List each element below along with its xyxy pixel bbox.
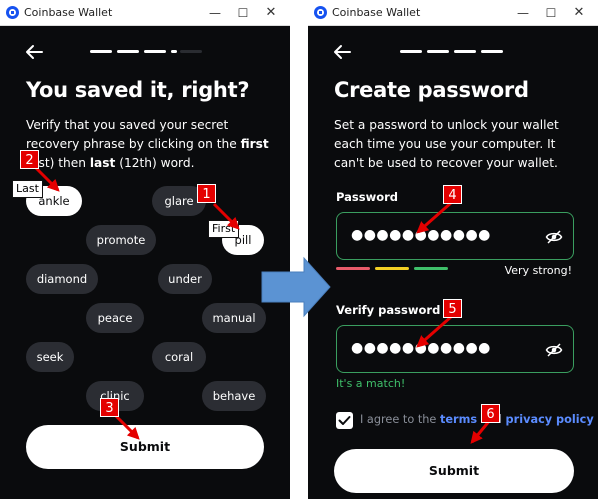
recovery-verify-window: Coinbase Wallet — ☐ ✕ You saved it, righ… <box>0 0 290 499</box>
window-titlebar: Coinbase Wallet — ☐ ✕ <box>0 0 290 26</box>
word-chip[interactable]: manual <box>202 303 266 333</box>
coinbase-logo-icon <box>314 6 327 19</box>
verify-password-field[interactable]: ●●●●●●●●●●● <box>336 325 574 373</box>
create-password-window: Coinbase Wallet — ☐ ✕ Create password Se… <box>308 0 598 499</box>
back-arrow-icon[interactable] <box>22 40 46 64</box>
eye-slash-icon[interactable] <box>545 228 563 246</box>
step-marker-1: 1 <box>197 184 216 203</box>
maximize-button[interactable]: ☐ <box>540 3 562 23</box>
progress-segment <box>454 50 476 53</box>
eye-slash-icon[interactable] <box>545 341 563 359</box>
step-marker-3: 3 <box>100 398 119 417</box>
last-word-tag: Last <box>12 180 43 198</box>
window-title: Coinbase Wallet <box>332 6 421 19</box>
password-field[interactable]: ●●●●●●●●●●● <box>336 212 574 260</box>
password-match-text: It's a match! <box>336 377 406 390</box>
strength-segment <box>375 267 409 270</box>
agree-text: I agree to the terms and privacy policy <box>360 413 594 426</box>
word-chip[interactable]: coral <box>152 342 206 372</box>
strength-segment <box>414 267 448 270</box>
instruction-text: Set a password to unlock your wallet eac… <box>334 118 559 170</box>
word-chip[interactable]: diamond <box>26 264 98 294</box>
progress-segment <box>427 50 449 53</box>
submit-button[interactable]: Submit <box>26 425 264 469</box>
verify-password-value: ●●●●●●●●●●● <box>351 340 491 356</box>
page-title: Create password <box>334 78 529 102</box>
window-title: Coinbase Wallet <box>24 6 113 19</box>
window-titlebar: Coinbase Wallet — ☐ ✕ <box>308 0 598 26</box>
maximize-button[interactable]: ☐ <box>232 3 254 23</box>
word-chip[interactable]: seek <box>26 342 74 372</box>
coinbase-logo-icon <box>6 6 19 19</box>
agree-checkbox[interactable] <box>336 412 353 429</box>
minimize-button[interactable]: — <box>512 3 534 23</box>
word-chip[interactable]: peace <box>86 303 144 333</box>
progress-segment <box>171 50 177 53</box>
close-button[interactable]: ✕ <box>260 3 282 23</box>
progress-segment <box>144 50 166 53</box>
progress-segment <box>90 50 112 53</box>
close-button[interactable]: ✕ <box>568 3 590 23</box>
terms-link[interactable]: terms <box>440 413 477 426</box>
password-label: Password <box>336 190 398 204</box>
page-title: You saved it, right? <box>26 78 250 102</box>
privacy-policy-link[interactable]: privacy policy <box>506 413 594 426</box>
step-marker-6: 6 <box>481 404 500 423</box>
step-marker-4: 4 <box>443 185 462 204</box>
progress-segment <box>180 50 202 53</box>
back-arrow-icon[interactable] <box>330 40 354 64</box>
step-marker-2: 2 <box>20 150 39 169</box>
instruction-text: Verify that you saved your secret recove… <box>26 118 269 170</box>
progress-segment <box>117 50 139 53</box>
password-strength-text: Very strong! <box>504 264 572 277</box>
verify-password-label: Verify password <box>336 303 441 317</box>
first-word-tag: First <box>208 220 240 238</box>
password-value: ●●●●●●●●●●● <box>351 227 491 243</box>
minimize-button[interactable]: — <box>204 3 226 23</box>
word-chip[interactable]: under <box>158 264 212 294</box>
step-marker-5: 5 <box>443 299 462 318</box>
checkmark-icon <box>338 416 351 425</box>
progress-segment <box>481 50 503 53</box>
progress-segment <box>400 50 422 53</box>
strength-segment <box>336 267 370 270</box>
word-chip[interactable]: behave <box>202 381 266 411</box>
submit-button[interactable]: Submit <box>334 449 574 493</box>
word-chip[interactable]: promote <box>86 225 156 255</box>
